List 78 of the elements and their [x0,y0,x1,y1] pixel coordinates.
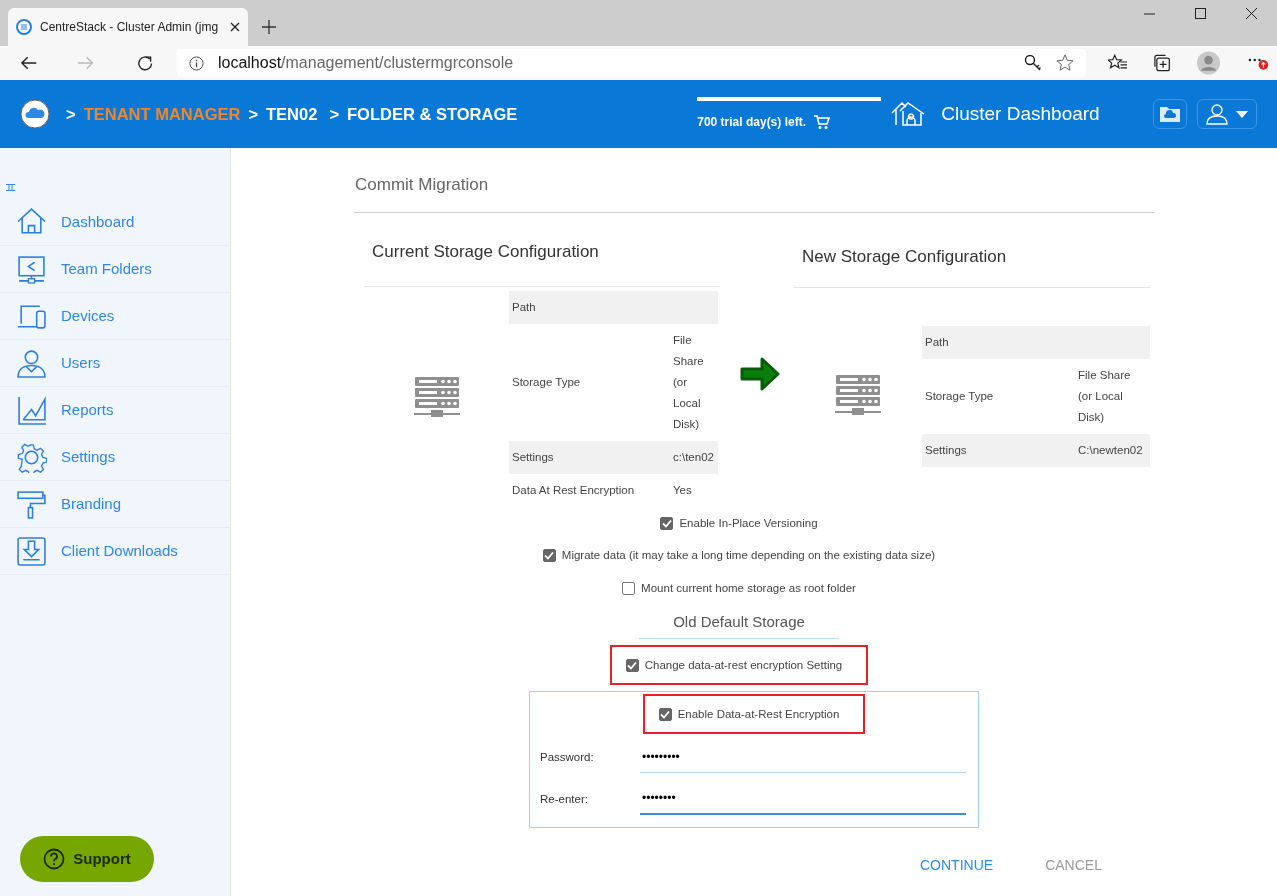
checkmark-icon [660,710,671,720]
user-menu-button[interactable] [1197,99,1257,129]
table-cell: File Share (or Local Disk) [1075,359,1150,434]
separator: > [66,103,76,125]
sidebar-item[interactable]: Settings [0,434,230,481]
section-heading: Old Default Storage [639,596,839,640]
cancel-button[interactable]: CANCEL [1039,854,1108,878]
continue-button[interactable]: CONTINUE [914,854,1000,878]
star-icon[interactable] [1056,54,1075,72]
separator: > [329,103,340,125]
trial-notice: 700 trial day(s) left. [697,114,806,131]
table-cell: Settings [509,441,670,474]
download-icon [16,535,47,567]
help-icon [43,848,66,870]
settings-icon [16,441,47,473]
checkbox[interactable]: Mount current home storage as root folder [622,579,856,597]
checkbox[interactable]: Migrate data (it may take a long time depending on the existing data size) [542,547,936,565]
tab-title: CentreStack - Cluster Admin (jmg [40,19,220,36]
cloud-folder-icon [1160,106,1180,122]
field-label: Re-enter: [540,791,589,807]
checkbox[interactable]: Change data-at-rest encryption Setting [625,657,843,675]
sidebar-item[interactable]: Devices [0,293,230,340]
maximize-icon[interactable] [1195,8,1206,19]
user-icon [16,347,47,379]
cloud-folder-button[interactable] [1153,99,1187,129]
houses-icon [891,101,926,127]
profile-avatar[interactable] [1196,51,1220,75]
sidebar-item[interactable]: Reports [0,387,230,434]
sidebar-item[interactable]: Team Folders [0,246,230,293]
url-text: localhost/management/clustermgrconsole [217,53,514,73]
cart-icon[interactable] [813,114,830,130]
sidebar-toggle-icon[interactable] [6,184,15,191]
table-cell: Data At Rest Encryption [509,474,670,507]
table-cell: c:\ten02 [670,441,718,474]
section-heading: Current Storage Configuration [364,216,720,287]
address-bar[interactable]: localhost/management/clustermgrconsole [176,49,1087,77]
table-cell: Yes [670,474,718,507]
user-icon [1206,103,1228,125]
checkbox[interactable]: Enable Data-at-Rest Encryption [658,706,840,724]
key-icon[interactable] [1024,54,1043,72]
sidebar-item[interactable]: Client Downloads [0,528,230,575]
info-icon [188,55,204,71]
chart-icon [16,394,47,426]
sidebar-item[interactable]: Users [0,340,230,387]
table-cell: File Share (or Local Disk) [670,324,718,441]
checkmark-icon [627,661,638,671]
paint-roller-icon [16,488,47,520]
checkbox[interactable]: Enable In-Place Versioning [660,515,818,533]
checkmark-icon [544,551,555,561]
table-cell: Path [509,291,670,324]
favorites-icon[interactable] [1108,54,1128,72]
back-icon[interactable] [20,55,38,71]
separator: > [248,103,259,125]
field-label: Password: [540,750,595,766]
checkmark-icon [661,519,672,529]
logo-icon[interactable] [20,99,50,129]
collections-icon[interactable] [1153,54,1171,72]
table-cell: Settings [922,434,1075,467]
caret-icon [1236,110,1248,118]
folder-share-icon [16,253,47,285]
breadcrumb-link[interactable]: TEN02 [266,101,318,127]
sidebar-item[interactable]: Branding [0,481,230,528]
table-cell: Storage Type [509,324,670,441]
close-icon[interactable] [230,22,240,32]
cluster-dashboard-link[interactable]: Cluster Dashboard [891,99,1100,129]
page-title: Commit Migration [354,148,1154,213]
close-icon[interactable] [1246,8,1257,19]
reload-icon[interactable] [136,54,153,72]
section-heading: New Storage Configuration [794,216,1150,288]
breadcrumb-link[interactable]: FOLDER & STORAGE [347,101,518,127]
browser-tab[interactable]: CentreStack - Cluster Admin (jmg [8,8,248,46]
table-cell: Path [922,326,1075,359]
table-cell: Storage Type [922,359,1075,434]
new-tab-icon[interactable] [262,20,276,34]
sidebar-item[interactable]: Dashboard [0,199,230,246]
support-button[interactable]: Support [20,836,154,882]
site-icon [16,19,32,35]
table-cell: C:\newten02 [1075,434,1150,467]
